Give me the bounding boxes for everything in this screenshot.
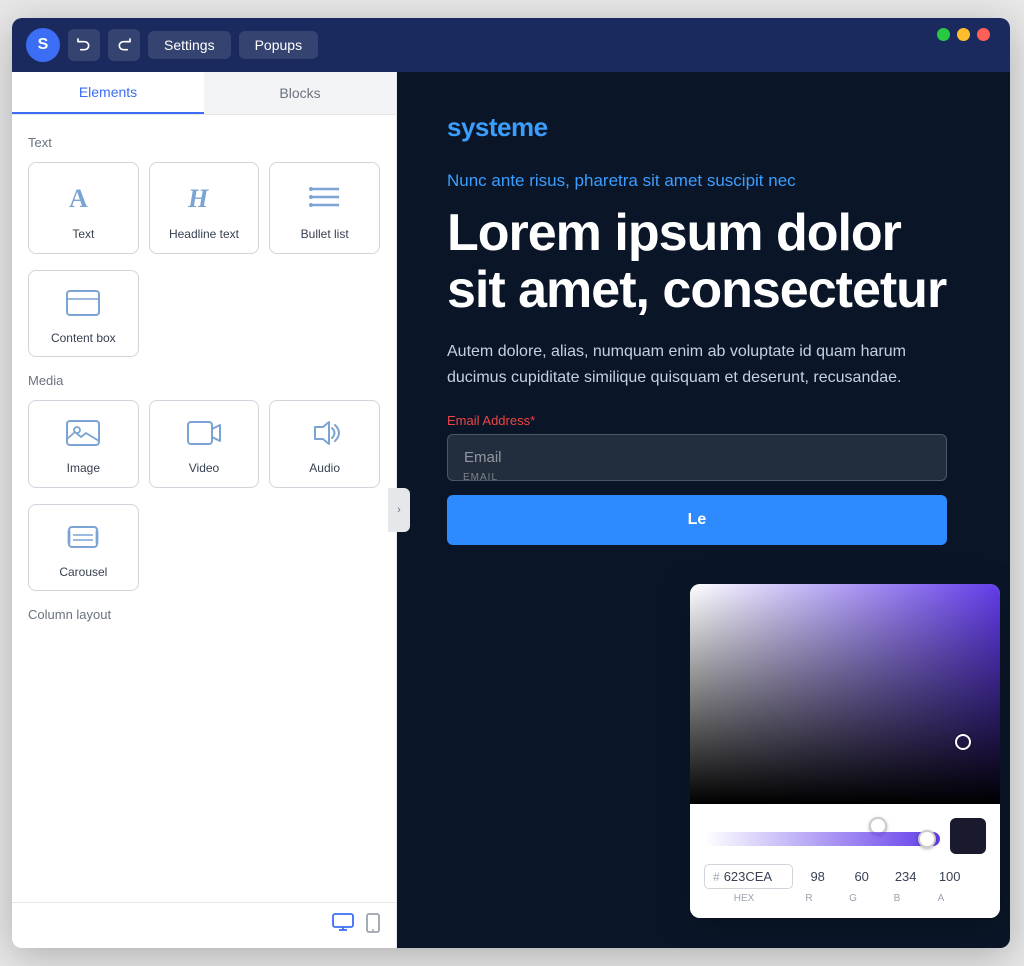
g-channel-label: G [834, 893, 872, 904]
hex-prefix: # [713, 870, 720, 884]
color-swatch [950, 818, 986, 854]
lp-cta-button[interactable]: Le [447, 495, 947, 545]
color-inputs-row: # [704, 864, 986, 889]
audio-element-label: Audio [309, 461, 340, 477]
color-gradient-canvas[interactable] [690, 584, 1000, 804]
element-card-text[interactable]: A Text [28, 162, 139, 254]
color-controls: # HEX R G B A [690, 804, 1000, 918]
color-picker-popup: # HEX R G B A [690, 584, 1000, 918]
content-box-element-icon [65, 287, 101, 323]
sidebar-bottom [12, 902, 396, 948]
element-card-content-box[interactable]: Content box [28, 270, 139, 358]
b-input[interactable] [887, 864, 925, 889]
lp-subtitle: Nunc ante risus, pharetra sit amet susci… [447, 171, 960, 191]
section-text-label: Text [28, 135, 380, 150]
element-card-image[interactable]: Image [28, 400, 139, 488]
desktop-device-icon[interactable] [332, 913, 354, 938]
audio-element-icon [307, 417, 343, 453]
image-element-icon [65, 417, 101, 453]
svg-text:A: A [69, 184, 88, 213]
slider-row [704, 818, 986, 854]
lp-input-wrap: EMAIL [447, 434, 947, 481]
lp-form-label: Email Address* [447, 413, 960, 428]
lp-input-label: EMAIL [463, 472, 498, 483]
element-card-audio[interactable]: Audio [269, 400, 380, 488]
lp-logo: systeme [447, 112, 960, 143]
b-channel-label: B [878, 893, 916, 904]
text-element-label: Text [72, 227, 94, 243]
headline-element-icon: H [186, 179, 222, 219]
text-elements-grid: A Text H Headline text [28, 162, 380, 254]
sidebar-collapse-arrow[interactable]: › [388, 488, 410, 532]
r-channel-label: R [790, 893, 828, 904]
section-column-label: Column layout [28, 607, 380, 622]
traffic-lights [937, 28, 990, 41]
traffic-light-green[interactable] [937, 28, 950, 41]
element-card-video[interactable]: Video [149, 400, 260, 488]
bullet-element-label: Bullet list [301, 227, 349, 243]
sidebar-tabs: Elements Blocks [12, 72, 396, 115]
headline-element-label: Headline text [169, 227, 239, 243]
channel-labels-row: HEX R G B A [704, 893, 986, 904]
a-input[interactable] [931, 864, 969, 889]
section-media-label: Media [28, 373, 380, 388]
landing-page-content: systeme Nunc ante risus, pharetra sit am… [397, 72, 1010, 575]
element-card-headline[interactable]: H Headline text [149, 162, 260, 254]
bullet-element-icon [307, 179, 343, 219]
traffic-light-yellow[interactable] [957, 28, 970, 41]
video-element-label: Video [189, 461, 219, 477]
sidebar-content: Text A Text [12, 115, 396, 902]
carousel-grid: Carousel [28, 504, 380, 592]
redo-button[interactable] [108, 29, 140, 61]
traffic-light-red[interactable] [977, 28, 990, 41]
lp-headline: Lorem ipsum dolor sit amet, consectetur [447, 205, 960, 319]
a-channel-label: A [922, 893, 960, 904]
element-card-carousel[interactable]: Carousel [28, 504, 139, 592]
color-picker-dot[interactable] [955, 734, 971, 750]
carousel-element-label: Carousel [59, 565, 107, 581]
element-card-bullet[interactable]: Bullet list [269, 162, 380, 254]
svg-text:H: H [187, 184, 209, 213]
toolbar: S Settings Popups [12, 18, 1010, 72]
hex-channel-label: HEX [704, 893, 784, 904]
opacity-slider[interactable] [704, 832, 940, 846]
lp-email-input[interactable] [447, 434, 947, 481]
lp-body: Autem dolore, alias, numquam enim ab vol… [447, 339, 927, 390]
content-elements-grid: Content box [28, 270, 380, 358]
undo-button[interactable] [68, 29, 100, 61]
settings-button[interactable]: Settings [148, 31, 231, 59]
popups-button[interactable]: Popups [239, 31, 318, 59]
toolbar-logo: S [26, 28, 60, 62]
content-box-element-label: Content box [51, 331, 116, 347]
hex-input-group[interactable]: # [704, 864, 793, 889]
opacity-thumb[interactable] [918, 830, 936, 848]
preview-area: systeme Nunc ante risus, pharetra sit am… [397, 72, 1010, 948]
text-element-icon: A [65, 179, 101, 219]
image-element-label: Image [67, 461, 100, 477]
mobile-device-icon[interactable] [366, 913, 380, 938]
media-elements-grid: Image Video [28, 400, 380, 488]
main-layout: Elements Blocks Text A Text [12, 72, 1010, 948]
video-element-icon [186, 417, 222, 453]
hex-input[interactable] [724, 869, 784, 884]
r-input[interactable] [799, 864, 837, 889]
carousel-element-icon [65, 521, 101, 557]
tab-elements[interactable]: Elements [12, 72, 204, 114]
tab-blocks[interactable]: Blocks [204, 72, 396, 114]
sidebar: Elements Blocks Text A Text [12, 72, 397, 948]
g-input[interactable] [843, 864, 881, 889]
